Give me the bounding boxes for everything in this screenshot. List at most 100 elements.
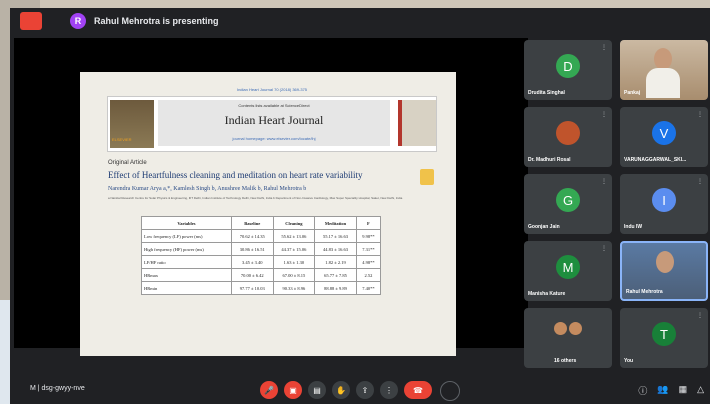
article-title: Effect of Heartfulness cleaning and medi… — [108, 170, 363, 180]
more-options-icon[interactable]: ⋮ — [697, 312, 703, 319]
table-cell: 1.63 ± 1.30 — [272, 255, 316, 269]
table-cell: 55.17 ± 16.63 — [314, 229, 357, 243]
table-cell: Low frequency (LF) power (ms) — [141, 229, 232, 243]
present-button[interactable]: ⇪ — [356, 381, 374, 399]
participant-avatar: V — [652, 121, 676, 145]
participant-tile[interactable]: Pankaj — [620, 40, 708, 100]
more-options-icon[interactable]: ⋮ — [601, 44, 607, 51]
table-header: F — [355, 216, 382, 230]
participant-tile[interactable]: ⋮ I Indu IW — [620, 174, 708, 234]
people-icon[interactable]: 👥 — [657, 384, 668, 397]
table-cell: 44.83 ± 16.63 — [314, 242, 357, 256]
table-row: HRmin 97.77 ± 10.03 90.33 ± 8.96 88.88 ±… — [141, 281, 382, 295]
others-avatars — [554, 322, 582, 338]
more-options-icon[interactable]: ⋮ — [601, 178, 607, 185]
table-header: Cleaning — [272, 216, 316, 230]
mic-off-button[interactable]: 🎤 — [260, 381, 278, 399]
journal-cover-image — [398, 100, 436, 146]
table-cell: 97.77 ± 10.03 — [230, 281, 274, 295]
captions-button[interactable]: ▤ — [308, 381, 326, 399]
participant-profile-image — [556, 121, 580, 145]
table-cell: LF/HF ratio — [141, 255, 232, 269]
participant-avatar: T — [652, 322, 676, 346]
more-options-button[interactable]: ⋮ — [380, 381, 398, 399]
participant-video — [654, 48, 672, 70]
journal-homepage: journal homepage: www.elsevier.com/locat… — [232, 136, 316, 141]
recording-icon — [20, 12, 42, 30]
publisher-label: ELSEVIER — [112, 137, 132, 142]
participant-tile-self[interactable]: ⋮ T You — [620, 308, 708, 368]
crossmark-icon — [420, 169, 434, 185]
activities-icon[interactable]: △ — [697, 384, 704, 397]
article-affiliation: a Nainital Research Centre for Solar Phy… — [108, 196, 403, 200]
participant-name: Dr. Madhuri Rosal — [528, 157, 571, 163]
table-cell: 9.98** — [355, 229, 382, 243]
journal-citation: Indian Heart Journal 70 (2018) 369-375 — [236, 87, 308, 92]
table-header: Meditation — [314, 216, 357, 230]
participant-tile[interactable]: 16 others — [524, 308, 612, 368]
participant-name: Indu IW — [624, 224, 643, 230]
table-row: LF/HF ratio 3.45 ± 3.40 1.63 ± 1.30 1.82… — [141, 255, 382, 269]
results-table: Variables Baseline Cleaning Meditation F… — [141, 216, 382, 295]
journal-header: Indian Heart Journal 70 (2018) 369-375 E… — [107, 87, 437, 152]
participant-name: Manisha Kature — [528, 291, 566, 297]
participant-name: 16 others — [554, 358, 577, 364]
participant-name: You — [624, 358, 634, 364]
table-header: Baseline — [230, 216, 274, 230]
table-cell: 55.62 ± 13.06 — [272, 229, 316, 243]
info-icon[interactable]: ⓘ — [638, 384, 647, 397]
table-row: High frequency (HF) power (ms) 30.86 ± 1… — [141, 242, 382, 256]
table-cell: 1.82 ± 2.19 — [314, 255, 357, 269]
participant-name: Pankaj — [624, 90, 641, 96]
raise-hand-button[interactable]: ✋ — [332, 381, 350, 399]
chat-icon[interactable]: ▦ — [679, 384, 688, 397]
participant-name: Rahul Mehrotra — [626, 289, 663, 295]
contents-line: Contents lists available at ScienceDirec… — [238, 103, 310, 108]
more-options-icon[interactable]: ⋮ — [697, 178, 703, 185]
table-row: Low frequency (LF) power (ms) 70.62 ± 14… — [141, 229, 382, 243]
table-cell: 7.31** — [355, 242, 382, 256]
more-options-icon[interactable]: ⋮ — [601, 111, 607, 118]
right-controls: ⓘ 👥 ▦ △ — [638, 384, 704, 397]
journal-banner: Contents lists available at ScienceDirec… — [158, 100, 390, 146]
participant-tile[interactable]: ⋮ Dr. Madhuri Rosal — [524, 107, 612, 167]
participant-name: Drudita Singhal — [528, 90, 565, 96]
table-header: Variables — [141, 216, 232, 230]
participant-tile[interactable]: ⋮ V VARUNAGGARWAL_SKI... — [620, 107, 708, 167]
table-cell: 30.86 ± 16.51 — [230, 242, 274, 256]
top-bar: R Rahul Mehrotra is presenting — [10, 8, 710, 34]
table-cell: 90.33 ± 8.96 — [272, 281, 316, 295]
table-cell: 3.45 ± 3.40 — [230, 255, 274, 269]
participant-tile-speaking[interactable]: Rahul Mehrotra — [620, 241, 708, 301]
table-cell: HRmax — [141, 268, 232, 282]
participant-avatar: D — [556, 54, 580, 78]
presentation-slide: Indian Heart Journal 70 (2018) 369-375 E… — [80, 72, 456, 356]
participant-video — [656, 251, 674, 273]
bottom-bar: M | dsg-gwyy-nve 🎤 ▣ ▤ ✋ ⇪ ⋮ ☎ ⓘ 👥 ▦ △ — [10, 376, 710, 404]
more-options-icon[interactable]: ⋮ — [697, 111, 703, 118]
participant-video-body — [646, 68, 680, 98]
table-cell: 7.40** — [355, 281, 382, 295]
camera-off-button[interactable]: ▣ — [284, 381, 302, 399]
table-cell: 44.37 ± 15.06 — [272, 242, 316, 256]
table-cell: 70.62 ± 14.35 — [230, 229, 274, 243]
article-authors: Narendra Kumar Arya a,*, Kamlesh Singh b… — [108, 186, 307, 192]
more-options-icon[interactable]: ⋮ — [601, 245, 607, 252]
presenter-avatar: R — [70, 13, 86, 29]
presentation-stage[interactable]: Indian Heart Journal 70 (2018) 369-375 E… — [14, 38, 528, 356]
participant-tile[interactable]: ⋮ G Goonjan Jain — [524, 174, 612, 234]
table-row: HRmax 70.00 ± 6.42 67.00 ± 8.15 65.77 ± … — [141, 268, 382, 282]
meeting-code: M | dsg-gwyy-nve — [30, 385, 85, 392]
table-cell: 70.00 ± 6.42 — [230, 268, 274, 282]
participant-name: VARUNAGGARWAL_SKI... — [624, 157, 687, 163]
table-cell: High frequency (HF) power (ms) — [141, 242, 232, 256]
participant-tile[interactable]: ⋮ D Drudita Singhal — [524, 40, 612, 100]
participant-tile[interactable]: ⋮ M Manisha Kature — [524, 241, 612, 301]
table-cell: 88.88 ± 9.89 — [314, 281, 357, 295]
presenting-banner: Rahul Mehrotra is presenting — [94, 16, 219, 26]
effects-button[interactable] — [440, 381, 460, 401]
participant-avatar: M — [556, 255, 580, 279]
table-cell: 65.77 ± 7.85 — [314, 268, 357, 282]
leave-call-button[interactable]: ☎ — [404, 381, 432, 399]
table-cell: HRmin — [141, 281, 232, 295]
